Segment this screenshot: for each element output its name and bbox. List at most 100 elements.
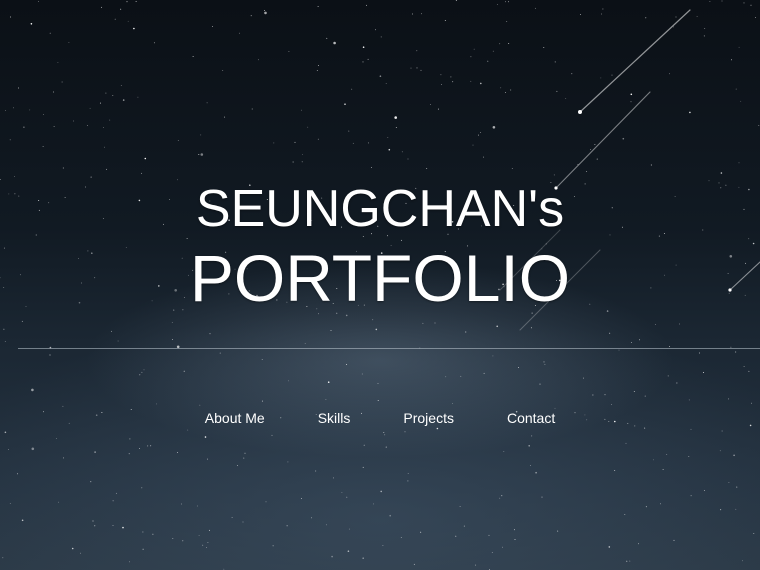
star [539, 383, 541, 385]
star [679, 323, 680, 325]
star [264, 11, 267, 15]
star [626, 560, 628, 562]
star [530, 327, 532, 329]
nav-link-skills[interactable]: Skills [318, 408, 351, 428]
star [506, 20, 508, 22]
nav-link-contact[interactable]: Contact [507, 408, 555, 428]
star [535, 471, 537, 474]
star [61, 81, 63, 83]
star [380, 36, 382, 38]
star [666, 454, 668, 455]
star [73, 120, 74, 122]
star [688, 399, 690, 401]
star [473, 48, 475, 50]
star [400, 537, 402, 539]
star [592, 394, 594, 396]
star [738, 46, 740, 48]
star [721, 0, 723, 2]
star [348, 528, 350, 530]
star [122, 526, 124, 529]
star [115, 492, 117, 494]
star [565, 98, 567, 99]
star [317, 138, 319, 140]
star [204, 436, 207, 438]
main-nav: About Me Skills Projects Contact [0, 408, 760, 428]
star [492, 126, 496, 129]
star [18, 87, 19, 89]
star [618, 349, 620, 351]
star [738, 162, 740, 164]
title-owner-name: SEUNGCHAN's [195, 180, 565, 238]
star [367, 58, 369, 60]
star [219, 352, 221, 354]
star [543, 46, 545, 48]
star [622, 137, 625, 140]
star [407, 480, 409, 482]
star [117, 340, 119, 342]
star [198, 154, 200, 156]
star [735, 508, 737, 510]
star [58, 501, 60, 503]
star [363, 444, 365, 446]
star [333, 477, 334, 479]
star [596, 158, 598, 160]
star [112, 94, 114, 96]
star [206, 102, 208, 104]
star [743, 366, 745, 368]
star [709, 0, 711, 2]
star [472, 144, 474, 146]
star [111, 330, 112, 332]
star [90, 481, 92, 483]
star [202, 544, 204, 546]
star [156, 403, 158, 405]
star [639, 339, 641, 341]
star [375, 29, 376, 31]
star [689, 111, 691, 114]
star [128, 453, 130, 455]
star [375, 328, 378, 331]
star [330, 330, 332, 332]
star [721, 430, 723, 432]
star [261, 358, 263, 360]
star [600, 77, 602, 79]
star [112, 524, 114, 526]
star [333, 41, 336, 45]
star [362, 46, 365, 48]
nav-link-about-me[interactable]: About Me [205, 408, 265, 428]
star [114, 18, 116, 20]
star [382, 544, 384, 546]
star [410, 67, 412, 69]
star [2, 557, 4, 559]
star [86, 125, 88, 127]
star [688, 455, 690, 457]
star [63, 457, 65, 459]
star [183, 370, 185, 372]
star [638, 543, 640, 545]
star [407, 158, 409, 160]
star [630, 93, 633, 96]
star [143, 369, 145, 371]
nav-link-projects[interactable]: Projects [403, 408, 454, 428]
star [236, 465, 238, 467]
star [182, 540, 184, 542]
star [742, 560, 744, 562]
star [488, 534, 490, 536]
star [728, 398, 730, 400]
star [42, 145, 44, 147]
star [367, 142, 369, 144]
star [480, 132, 482, 134]
star [645, 17, 647, 19]
star [68, 42, 70, 43]
star [200, 134, 202, 136]
star [199, 404, 201, 406]
star [384, 434, 386, 436]
star [71, 547, 74, 550]
star [452, 81, 454, 83]
star [625, 442, 627, 444]
star [501, 495, 503, 497]
star [394, 116, 398, 119]
star [127, 20, 129, 22]
star [139, 448, 140, 449]
star [244, 452, 246, 454]
star [209, 333, 211, 335]
